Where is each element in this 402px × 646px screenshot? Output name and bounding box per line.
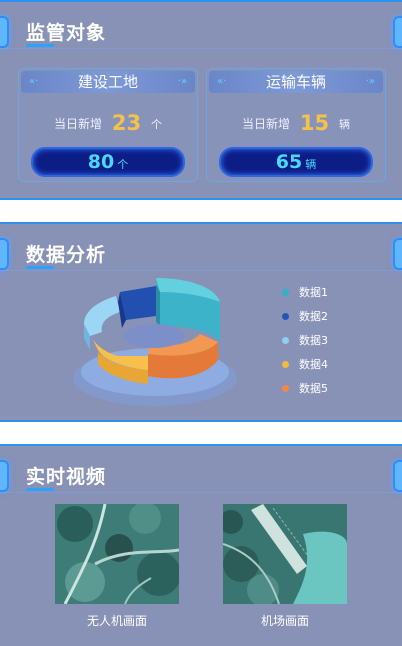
today-new-row: 当日新增 15 辆 bbox=[207, 111, 385, 135]
panel-title: 监管对象 bbox=[26, 22, 107, 44]
divider bbox=[0, 270, 402, 271]
airport-video-label: 机场画面 bbox=[260, 614, 309, 628]
panel-bracket-right-icon bbox=[393, 16, 402, 48]
airport-video-tile[interactable] bbox=[223, 504, 347, 604]
legend-dot-icon bbox=[282, 288, 289, 296]
today-value: 15 bbox=[299, 111, 330, 135]
legend-label: 数据5 bbox=[299, 382, 328, 395]
panel-title: 实时视频 bbox=[26, 466, 107, 488]
today-value: 23 bbox=[111, 111, 142, 135]
legend-dot-icon bbox=[282, 336, 289, 344]
chevron-left-icon: «· bbox=[29, 76, 39, 87]
aerial-image bbox=[55, 504, 179, 604]
card-title: 运输车辆 bbox=[265, 73, 326, 91]
card-title: 建设工地 bbox=[77, 73, 138, 91]
total-value: 80 bbox=[87, 151, 115, 173]
title-underline bbox=[26, 488, 54, 491]
total-pill: 65 辆 bbox=[219, 147, 373, 177]
legend-label: 数据1 bbox=[299, 286, 328, 299]
card-header: «· 运输车辆 ·» bbox=[209, 71, 383, 93]
legend-item[interactable]: 数据1 bbox=[282, 280, 328, 304]
legend-dot-icon bbox=[282, 360, 289, 368]
panel-bracket-right-icon bbox=[393, 460, 402, 492]
today-label: 当日新增 bbox=[242, 117, 291, 131]
total-unit: 辆 bbox=[305, 158, 317, 171]
panel-bracket-left-icon bbox=[0, 238, 9, 270]
title-underline bbox=[26, 44, 54, 47]
today-unit: 个 bbox=[150, 118, 162, 131]
legend-dot-icon bbox=[282, 312, 289, 320]
total-pill: 80 个 bbox=[31, 147, 185, 177]
panel-bracket-left-icon bbox=[0, 16, 9, 48]
divider bbox=[0, 48, 402, 49]
drone-video-tile[interactable] bbox=[55, 504, 179, 604]
drone-video-label: 无人机画面 bbox=[86, 614, 147, 628]
supervision-panel: 监管对象 «· 建设工地 ·» 当日新增 23 个 80 个 «· 运输车辆 ·»… bbox=[0, 0, 402, 200]
legend-item[interactable]: 数据2 bbox=[282, 304, 328, 328]
total-unit: 个 bbox=[117, 158, 129, 171]
airport-image bbox=[223, 504, 347, 604]
donut-chart-3d bbox=[73, 278, 237, 406]
card-construction-site[interactable]: «· 建设工地 ·» 当日新增 23 个 80 个 bbox=[18, 68, 198, 182]
legend-item[interactable]: 数据5 bbox=[282, 376, 328, 400]
today-label: 当日新增 bbox=[54, 117, 103, 131]
panel-title: 数据分析 bbox=[26, 244, 107, 266]
title-underline bbox=[26, 266, 54, 269]
chevron-right-icon: ·» bbox=[177, 76, 187, 87]
legend-label: 数据2 bbox=[299, 310, 328, 323]
legend-label: 数据3 bbox=[299, 334, 328, 347]
today-new-row: 当日新增 23 个 bbox=[19, 111, 197, 135]
chart-legend: 数据1 数据2 数据3 数据4 数据5 bbox=[282, 280, 328, 400]
card-header: «· 建设工地 ·» bbox=[21, 71, 195, 93]
legend-label: 数据4 bbox=[299, 358, 328, 371]
today-unit: 辆 bbox=[338, 118, 350, 131]
card-transport-vehicles[interactable]: «· 运输车辆 ·» 当日新增 15 辆 65 辆 bbox=[206, 68, 386, 182]
total-value: 65 bbox=[275, 151, 303, 173]
chevron-left-icon: «· bbox=[217, 76, 227, 87]
divider bbox=[0, 492, 402, 493]
chevron-right-icon: ·» bbox=[365, 76, 375, 87]
legend-dot-icon bbox=[282, 384, 289, 392]
panel-bracket-left-icon bbox=[0, 460, 9, 492]
legend-item[interactable]: 数据3 bbox=[282, 328, 328, 352]
panel-bracket-right-icon bbox=[393, 238, 402, 270]
legend-item[interactable]: 数据4 bbox=[282, 352, 328, 376]
